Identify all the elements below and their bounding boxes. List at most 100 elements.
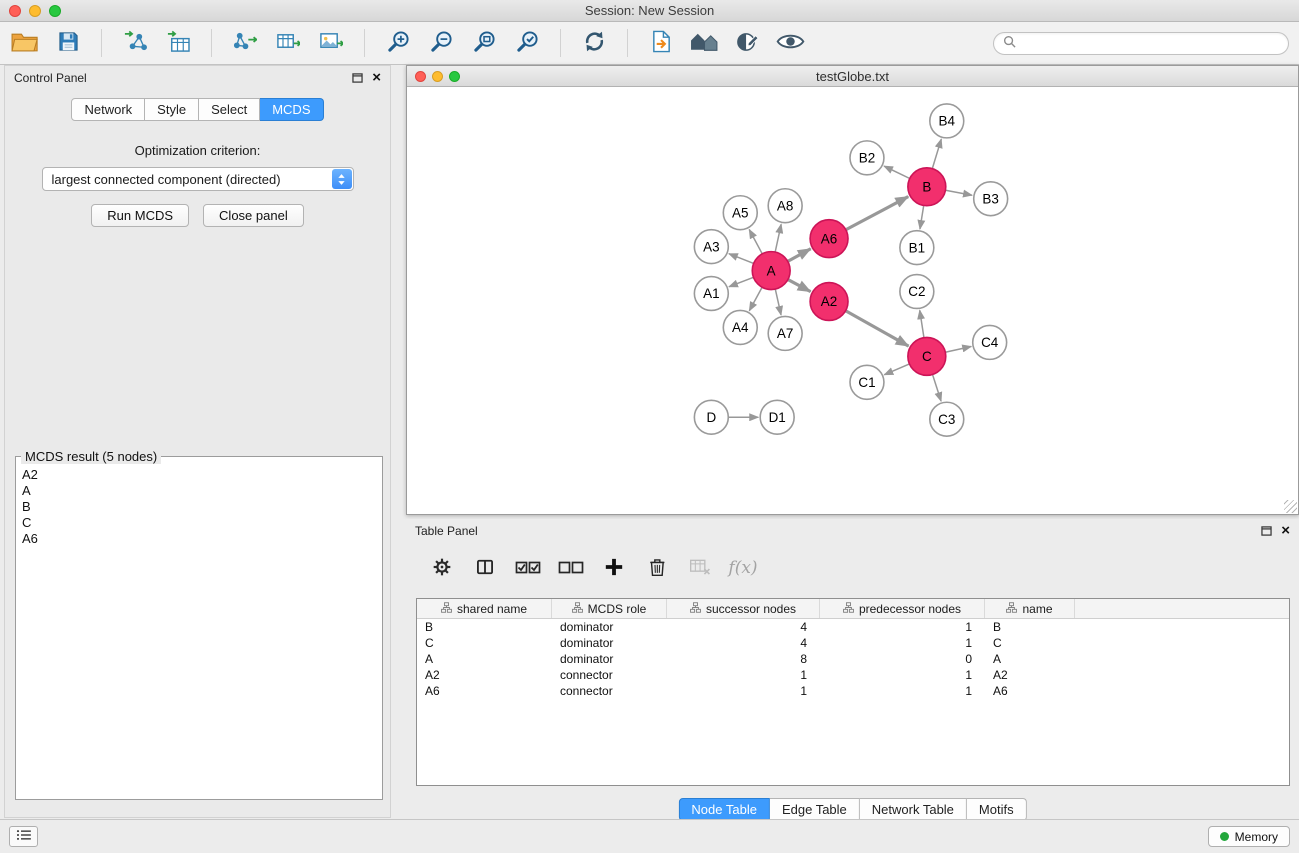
network-node-D[interactable]: D (694, 400, 728, 434)
zoom-fit-selected-button[interactable] (512, 27, 542, 59)
network-minimize-button[interactable] (432, 71, 443, 82)
mcds-result-item[interactable]: C (22, 515, 376, 531)
network-node-A5[interactable]: A5 (723, 196, 757, 230)
network-node-A8[interactable]: A8 (768, 189, 802, 223)
network-edge-C-C2[interactable] (920, 310, 924, 337)
column-header-successor-nodes[interactable]: successor nodes (667, 599, 820, 618)
show-graphics-details-button[interactable] (775, 27, 805, 59)
open-network-file-button[interactable] (646, 27, 676, 59)
zoom-out-button[interactable] (426, 27, 456, 59)
network-canvas[interactable]: B4B2BB3A8A5A6A3B1AC2A1A2A4A7C4CC1C3DD1 (407, 88, 1298, 514)
zoom-fit-content-button[interactable] (469, 27, 499, 59)
add-row-button[interactable] (600, 554, 628, 582)
mcds-result-item[interactable]: A (22, 483, 376, 499)
function-builder-fx-button[interactable]: f(x) (729, 554, 757, 582)
table-cell[interactable]: 1 (667, 668, 820, 682)
network-edge-B-B4[interactable] (932, 139, 941, 169)
network-node-B4[interactable]: B4 (930, 104, 964, 138)
table-cell[interactable]: B (417, 620, 552, 634)
table-cell[interactable]: A6 (417, 684, 552, 698)
network-edge-A-A8[interactable] (775, 224, 781, 252)
export-table-button[interactable] (273, 27, 303, 59)
mcds-result-item[interactable]: B (22, 499, 376, 515)
table-cell[interactable]: connector (552, 668, 667, 682)
import-table-button[interactable] (163, 27, 193, 59)
paint-style-button[interactable] (732, 27, 762, 59)
table-cell[interactable]: 8 (667, 652, 820, 666)
column-visibility-button[interactable] (471, 554, 499, 582)
export-image-button[interactable] (316, 27, 346, 59)
control-panel-close-button[interactable]: × (372, 72, 381, 84)
network-edge-A-A5[interactable] (749, 229, 762, 253)
run-mcds-button[interactable]: Run MCDS (91, 204, 189, 227)
network-edge-A-A1[interactable] (729, 277, 754, 286)
network-node-B3[interactable]: B3 (974, 182, 1008, 216)
mcds-result-item[interactable]: A6 (22, 531, 376, 547)
network-graph[interactable]: B4B2BB3A8A5A6A3B1AC2A1A2A4A7C4CC1C3DD1 (407, 88, 1298, 514)
tab-network-table[interactable]: Network Table (860, 798, 967, 821)
network-close-button[interactable] (415, 71, 426, 82)
table-cell[interactable]: 1 (820, 668, 985, 682)
network-node-A3[interactable]: A3 (694, 230, 728, 264)
network-node-C1[interactable]: C1 (850, 365, 884, 399)
network-edge-B-B3[interactable] (945, 190, 972, 195)
network-node-C2[interactable]: C2 (900, 275, 934, 309)
network-node-A1[interactable]: A1 (694, 277, 728, 311)
network-node-B2[interactable]: B2 (850, 141, 884, 175)
table-cell[interactable]: 1 (820, 684, 985, 698)
deselect-all-rows-button[interactable] (557, 554, 585, 582)
table-settings-button[interactable] (428, 554, 456, 582)
search-field[interactable] (993, 32, 1289, 55)
network-node-C[interactable]: C (908, 337, 946, 375)
table-panel-float-button[interactable] (1261, 526, 1272, 536)
table-cell[interactable]: C (985, 636, 1075, 650)
network-node-B[interactable]: B (908, 168, 946, 206)
network-edge-A-A7[interactable] (775, 289, 781, 315)
table-cell[interactable]: A2 (985, 668, 1075, 682)
optimization-criterion-select[interactable]: largest connected component (directed) (42, 167, 354, 191)
table-cell[interactable]: C (417, 636, 552, 650)
table-cell[interactable]: 0 (820, 652, 985, 666)
delete-row-button[interactable] (643, 554, 671, 582)
network-edge-B-B1[interactable] (920, 205, 924, 229)
table-row[interactable]: A2connector11A2 (417, 667, 1289, 683)
table-cell[interactable]: dominator (552, 636, 667, 650)
column-header-predecessor-nodes[interactable]: predecessor nodes (820, 599, 985, 618)
tab-edge-table[interactable]: Edge Table (770, 798, 860, 821)
tab-node-table[interactable]: Node Table (678, 798, 770, 821)
save-session-button[interactable] (53, 27, 83, 59)
table-cell[interactable]: 4 (667, 636, 820, 650)
network-node-B1[interactable]: B1 (900, 231, 934, 265)
network-node-A6[interactable]: A6 (810, 220, 848, 258)
table-row[interactable]: Cdominator41C (417, 635, 1289, 651)
network-zoom-button[interactable] (449, 71, 460, 82)
control-panel-float-button[interactable] (352, 73, 363, 83)
tab-network[interactable]: Network (71, 98, 145, 121)
tab-motifs[interactable]: Motifs (967, 798, 1027, 821)
network-node-A[interactable]: A (752, 252, 790, 290)
tab-mcds[interactable]: MCDS (260, 98, 323, 121)
network-node-D1[interactable]: D1 (760, 400, 794, 434)
table-cell[interactable]: 1 (820, 636, 985, 650)
table-cell[interactable]: B (985, 620, 1075, 634)
minimize-window-button[interactable] (29, 5, 41, 17)
tab-select[interactable]: Select (199, 98, 260, 121)
network-node-C3[interactable]: C3 (930, 402, 964, 436)
mcds-result-item[interactable]: A2 (22, 467, 376, 483)
open-file-button[interactable] (10, 27, 40, 59)
tab-style[interactable]: Style (145, 98, 199, 121)
zoom-in-button[interactable] (383, 27, 413, 59)
network-edge-A-A2[interactable] (788, 280, 811, 292)
apply-preferred-layout-button[interactable] (579, 27, 609, 59)
zoom-window-button[interactable] (49, 5, 61, 17)
table-row[interactable]: A6connector11A6 (417, 683, 1289, 699)
table-cell[interactable]: 4 (667, 620, 820, 634)
network-node-C4[interactable]: C4 (973, 325, 1007, 359)
table-cell[interactable]: A6 (985, 684, 1075, 698)
column-header-shared-name[interactable]: shared name (417, 599, 552, 618)
network-node-A4[interactable]: A4 (723, 310, 757, 344)
table-cell[interactable]: dominator (552, 652, 667, 666)
network-edge-A-A4[interactable] (749, 287, 762, 311)
network-node-A7[interactable]: A7 (768, 316, 802, 350)
console-menu-button[interactable] (9, 826, 38, 847)
